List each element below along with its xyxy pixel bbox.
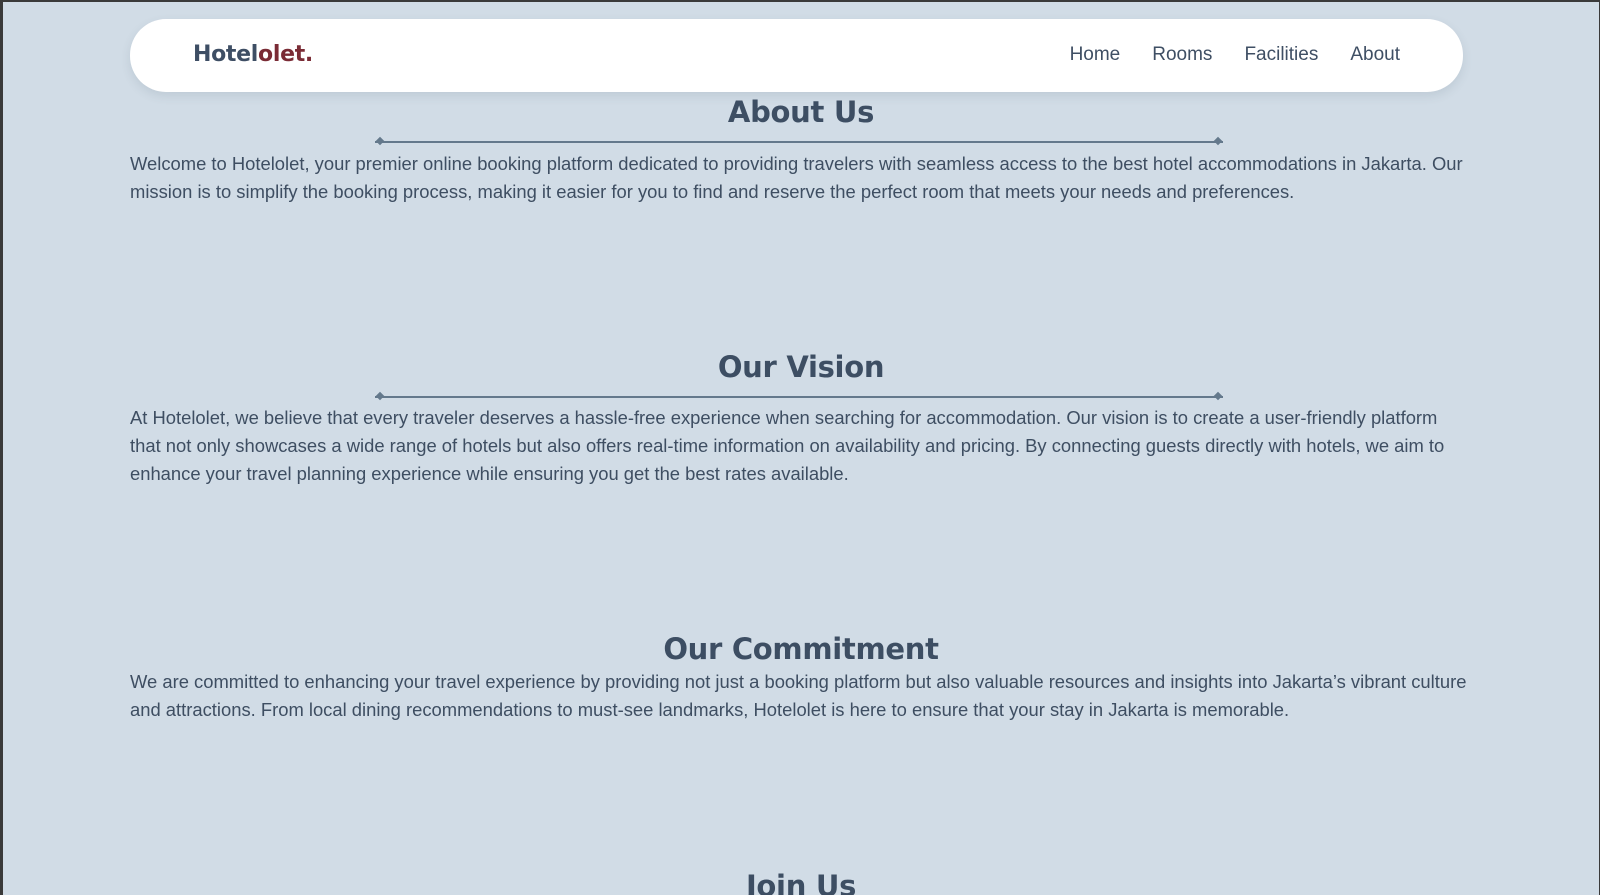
logo-text-olet: olet. [258, 42, 313, 67]
our-vision-heading: Our Vision [717, 350, 885, 384]
nav-link-about[interactable]: About [1350, 44, 1400, 66]
nav-link-facilities[interactable]: Facilities [1244, 44, 1318, 66]
our-commitment-heading: Our Commitment [663, 632, 939, 666]
about-us-heading: About Us [727, 95, 875, 129]
our-vision-text: At Hotelolet, we believe that every trav… [130, 407, 1445, 484]
page: Hotelolet. Home Rooms Facilities About A… [3, 2, 1599, 895]
join-us-heading: Join Us [745, 869, 857, 895]
navbar: Hotelolet. Home Rooms Facilities About [130, 19, 1463, 92]
logo[interactable]: Hotelolet. [193, 41, 313, 69]
about-us-text: Welcome to Hotelolet, your premier onlin… [130, 153, 1463, 202]
nav-link-home[interactable]: Home [1070, 44, 1121, 66]
nav-link-rooms[interactable]: Rooms [1152, 44, 1212, 66]
our-vision-divider [375, 396, 1223, 398]
logo-text-hotel: Hotel [193, 42, 259, 67]
about-us-divider [375, 141, 1223, 143]
our-commitment-text: We are committed to enhancing your trave… [130, 671, 1467, 720]
nav-links: Home Rooms Facilities About [1038, 44, 1400, 66]
